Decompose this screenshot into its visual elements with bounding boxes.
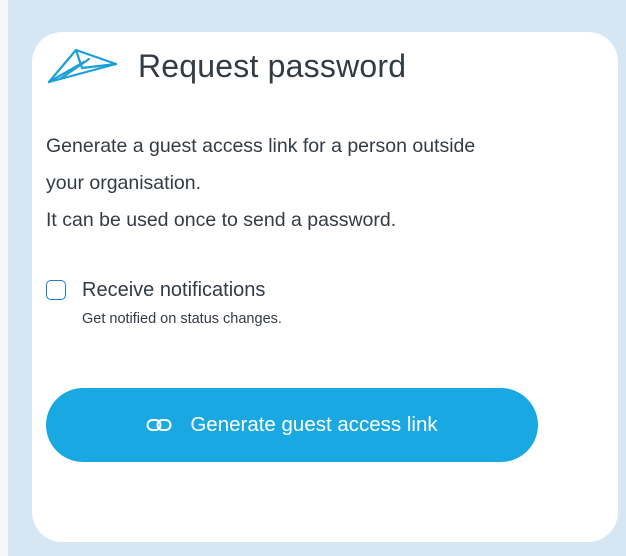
side-strip <box>0 0 8 556</box>
notifications-text: Receive notifications Get notified on st… <box>82 277 282 327</box>
description-line-2: It can be used once to send a password. <box>46 209 397 231</box>
description: Generate a guest access link for a perso… <box>46 128 516 239</box>
generate-link-label: Generate guest access link <box>190 413 438 436</box>
notifications-option[interactable]: Receive notifications Get notified on st… <box>46 277 282 327</box>
notifications-label[interactable]: Receive notifications <box>82 277 282 303</box>
card-header: Request password <box>46 46 406 86</box>
generate-link-button[interactable]: Generate guest access link <box>46 388 538 462</box>
notifications-hint: Get notified on status changes. <box>82 311 282 327</box>
page-title: Request password <box>138 47 407 84</box>
paper-plane-icon <box>47 48 118 84</box>
link-icon <box>146 419 172 431</box>
description-line-1: Generate a guest access link for a perso… <box>46 135 476 194</box>
notifications-checkbox[interactable] <box>46 280 66 300</box>
